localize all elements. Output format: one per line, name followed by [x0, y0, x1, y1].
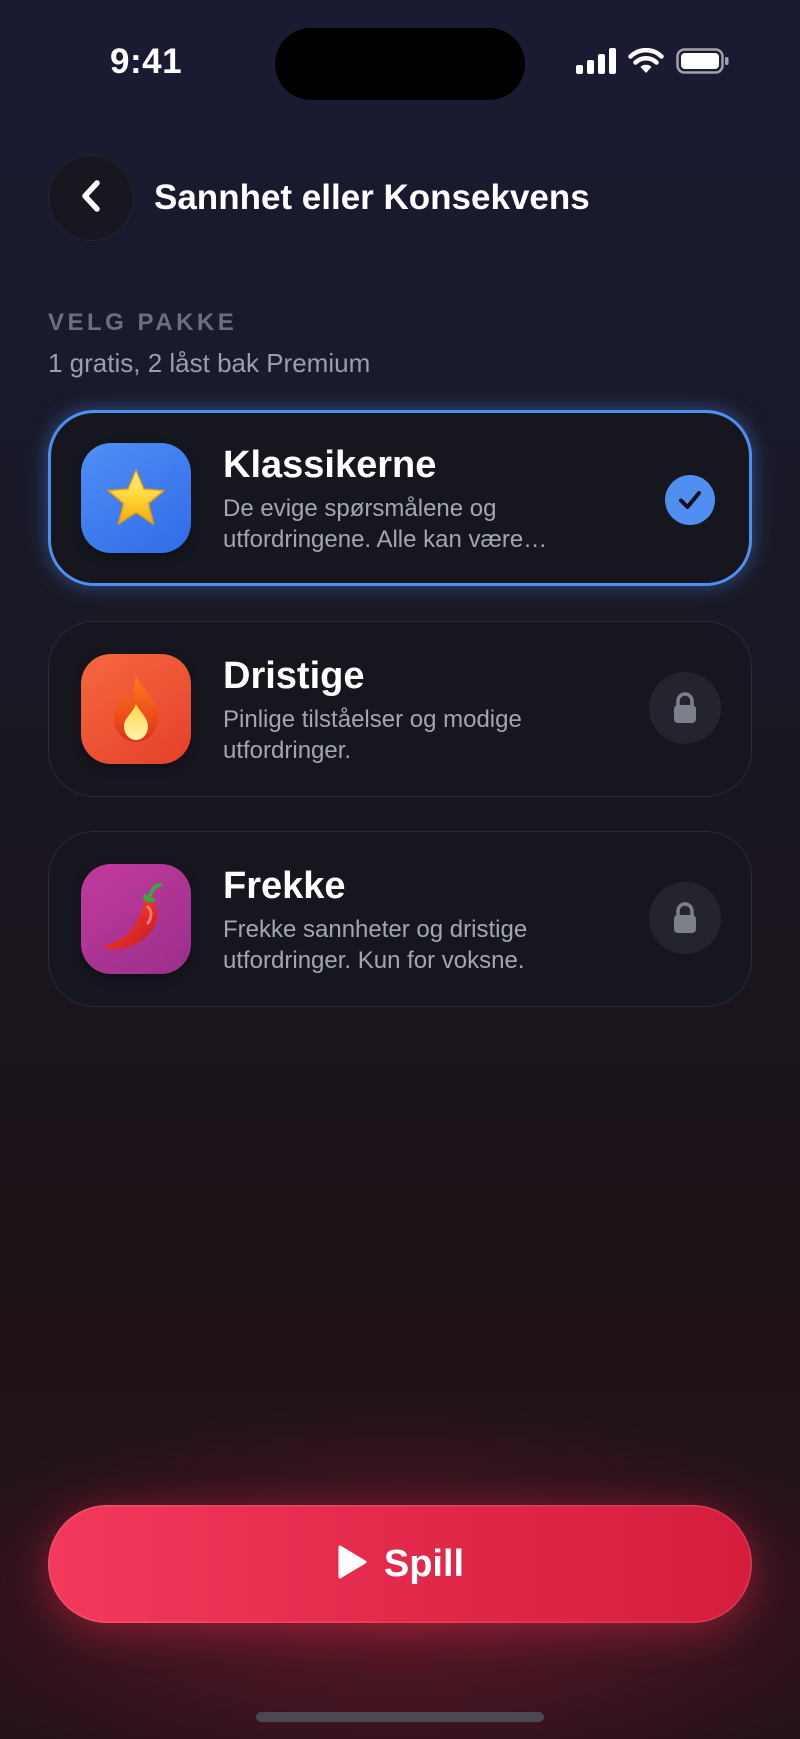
lock-icon: [649, 882, 721, 954]
star-icon: [81, 443, 191, 553]
pack-card-dristige[interactable]: Dristige Pinlige tilståelser og modige u…: [48, 621, 752, 797]
pack-description: Pinlige tilståelser og modige utfordring…: [223, 704, 623, 766]
fire-icon: [81, 654, 191, 764]
pack-description-line: Frekke sannheter og dristige: [223, 916, 528, 943]
pack-text: Dristige Pinlige tilståelser og modige u…: [223, 654, 623, 766]
pack-name: Klassikerne: [223, 444, 437, 486]
pack-description-line: utfordringer.: [223, 737, 352, 764]
checkmark-icon: [665, 475, 715, 525]
home-indicator[interactable]: [256, 1712, 544, 1722]
section-subtitle: 1 gratis, 2 låst bak Premium: [48, 348, 371, 378]
pack-text: Klassikerne De evige spørsmålene og utfo…: [223, 443, 623, 555]
pack-description-line: De evige spørsmålene og: [223, 495, 497, 522]
pack-description: De evige spørsmålene og utfordringene. A…: [223, 493, 623, 555]
pack-text: Frekke Frekke sannheter og dristige utfo…: [223, 864, 623, 976]
wifi-icon: [628, 47, 664, 79]
status-icons: [576, 47, 730, 79]
pack-description-line: Pinlige tilståelser og modige: [223, 706, 522, 733]
dynamic-island: [275, 28, 525, 100]
pack-description-line: utfordringene. Alle kan være…: [223, 526, 548, 553]
pack-description: Frekke sannheter og dristige utfordringe…: [223, 914, 623, 976]
battery-icon: [676, 48, 730, 79]
pack-card-frekke[interactable]: Frekke Frekke sannheter og dristige utfo…: [48, 831, 752, 1007]
section-label: VELG PAKKE: [48, 309, 238, 336]
play-icon: [336, 1544, 368, 1585]
pack-description-line: utfordringer. Kun for voksne.: [223, 947, 525, 974]
pack-name: Dristige: [223, 655, 365, 697]
status-time: 9:41: [110, 42, 183, 81]
pack-name: Frekke: [223, 865, 346, 907]
back-button[interactable]: [48, 155, 134, 241]
pack-card-klassikerne[interactable]: Klassikerne De evige spørsmålene og utfo…: [48, 410, 752, 586]
cellular-signal-icon: [576, 48, 616, 79]
lock-icon: [649, 672, 721, 744]
play-button-label: Spill: [383, 1542, 465, 1585]
chili-pepper-icon: [81, 864, 191, 974]
play-button[interactable]: Spill: [48, 1505, 752, 1623]
page-title: Sannhet eller Konsekvens: [154, 178, 590, 217]
chevron-left-icon: [76, 178, 106, 219]
